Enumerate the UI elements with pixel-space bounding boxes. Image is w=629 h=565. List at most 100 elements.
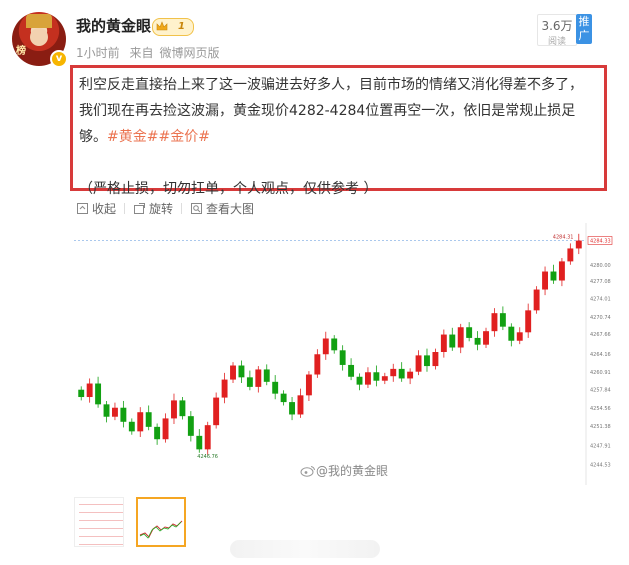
username[interactable]: 我的黄金眼 (76, 15, 151, 36)
candle-body (137, 412, 144, 432)
post-time[interactable]: 1小时前 (76, 46, 120, 60)
thumb-line (79, 536, 123, 537)
candle-body (272, 381, 279, 394)
crown-icon (156, 21, 168, 31)
candle-body (154, 426, 161, 440)
candle-body (314, 354, 321, 375)
thumb-line (79, 504, 123, 505)
thumb-line (79, 528, 123, 529)
candle-body (533, 289, 540, 311)
post-source[interactable]: 微博网页版 (159, 46, 219, 60)
candle-body (238, 365, 245, 378)
candle-body (381, 376, 388, 381)
price-tick-label: 4251.38 (590, 424, 611, 430)
post-line-1: 利空反走直接抬上来了这一波骗进去好多人，目前市场的情绪又消化得差不多了， (79, 77, 583, 93)
candle-body (398, 368, 405, 379)
candle-body (179, 400, 186, 417)
candle-body (111, 407, 118, 417)
verified-icon: v (50, 50, 68, 68)
media-actions: 收起 旋转 查看大图 (76, 200, 254, 217)
candle-body (550, 271, 557, 281)
high-marker-label: 4284.31 (553, 235, 574, 241)
candle-body (542, 271, 549, 290)
tag-gold[interactable]: #黄金# (107, 129, 158, 145)
collect-button[interactable]: 收起 (76, 200, 116, 217)
post-line-3-text: 够。 (79, 129, 107, 145)
thumb-line (79, 512, 123, 513)
view-large-label: 查看大图 (206, 202, 255, 216)
rotate-label: 旋转 (149, 202, 174, 216)
price-tick-label: 4264.16 (590, 352, 611, 358)
member-level: 1 (178, 21, 185, 32)
candle-body (331, 338, 338, 351)
low-marker-label: 4246.76 (197, 454, 218, 460)
candle-body (221, 379, 228, 398)
candle-body (263, 369, 270, 382)
candle-body (348, 364, 355, 377)
rotate-icon (134, 203, 146, 214)
post-line-3: 够。#黄金##金价# (79, 124, 600, 150)
candle-body (322, 338, 329, 355)
price-tick-label: 4277.08 (590, 279, 611, 285)
thumb-line (79, 544, 123, 545)
image-loading-placeholder (230, 540, 380, 558)
read-count: 3.6万 (541, 19, 573, 33)
candle-body (171, 400, 177, 419)
thumbnail-1[interactable] (74, 497, 124, 547)
post-content: 利空反走直接抬上来了这一波骗进去好多人，目前市场的情绪又消化得差不多了， 我们现… (70, 65, 607, 197)
tag-gold-price[interactable]: #金价# (158, 129, 209, 145)
rotate-button[interactable]: 旋转 (133, 200, 173, 217)
candle-body (280, 393, 287, 403)
candle-body (356, 376, 363, 385)
post-meta: 1小时前 来自 微博网页版 (76, 44, 226, 61)
candle-body (424, 355, 430, 367)
avatar-face-shape (30, 28, 48, 46)
price-tick-label: 4274.01 (590, 296, 611, 302)
candle-body (407, 371, 414, 379)
candle-body (230, 365, 236, 380)
candle-body (466, 327, 473, 338)
price-tick-label: 4260.91 (590, 370, 611, 376)
chart-image[interactable]: 4284.33 4280.00 4277.08 4274.01 4270.74 4267.… (74, 223, 614, 485)
price-tick-label: 4244.53 (590, 462, 611, 468)
price-tick-label: 4247.91 (590, 443, 611, 449)
candle-body (457, 327, 464, 348)
thumbnail-2-selected[interactable] (136, 497, 186, 547)
candle-body (516, 332, 523, 341)
price-tick-label: 4270.74 (590, 315, 611, 321)
watermark-text: @我的黄金眼 (316, 464, 389, 478)
post-note: （严格止损，切勿扛单，个人观点，仅供参考 ） (79, 181, 378, 197)
current-price-label: 4284.33 (590, 239, 611, 245)
candle-body (187, 416, 194, 436)
candle-body (162, 418, 169, 440)
candle-body (364, 372, 371, 385)
candle-body (78, 389, 85, 398)
candle-body (499, 313, 506, 327)
candle-body (305, 374, 312, 396)
enlarge-icon (191, 203, 203, 214)
candle-body (415, 355, 422, 372)
avatar-text: 榜 (16, 46, 26, 57)
promote-button[interactable]: 推广 (576, 14, 592, 44)
read-count-box: 3.6万 阅读 (537, 14, 577, 47)
candle-body (508, 326, 515, 341)
view-large-button[interactable]: 查看大图 (190, 200, 254, 217)
candle-body (213, 397, 220, 426)
candle-body (95, 383, 102, 405)
candle-body (373, 372, 380, 381)
price-tick-label: 4267.66 (590, 332, 611, 338)
thumbnail-chart-icon (139, 520, 183, 539)
candle-body (390, 368, 397, 377)
candle-body (86, 383, 93, 398)
read-count-label: 阅读 (547, 37, 566, 47)
candle-body (339, 350, 346, 365)
candle-body (103, 404, 110, 417)
candle-body (196, 435, 203, 450)
candle-body (432, 352, 439, 367)
candle-body (128, 421, 135, 432)
candle-body (474, 337, 481, 345)
price-tick-label: 4254.56 (590, 406, 611, 412)
candle-body (525, 310, 532, 333)
candle-body (449, 334, 456, 348)
member-badge[interactable]: 1 (152, 18, 194, 36)
